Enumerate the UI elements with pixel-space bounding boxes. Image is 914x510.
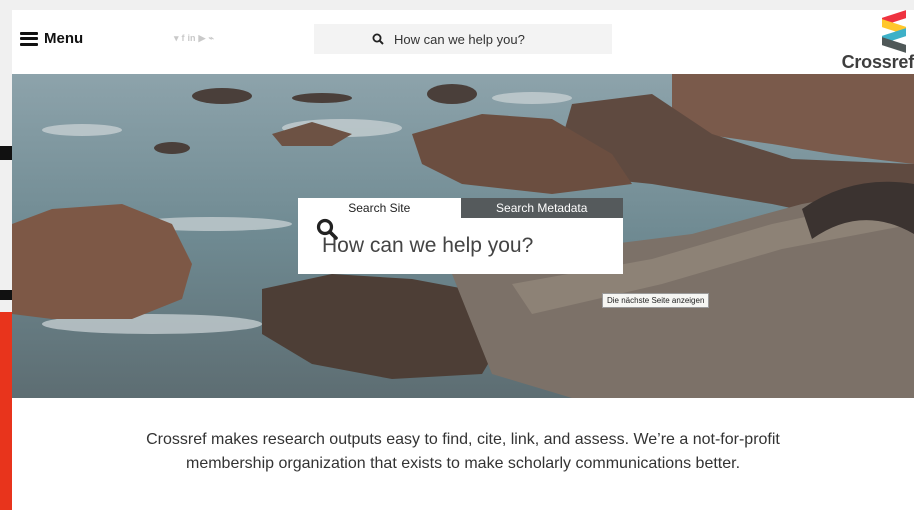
rss-icon[interactable]: ⌁ xyxy=(208,33,213,43)
menu-label: Menu xyxy=(44,30,84,47)
mission-statement: Crossref makes research outputs easy to … xyxy=(146,431,780,472)
intro-section: Crossref makes research outputs easy to … xyxy=(12,398,914,510)
browser-tooltip: Die nächste Seite anzeigen xyxy=(602,293,710,308)
window-edge-mid xyxy=(0,290,12,300)
hero-search-box[interactable]: How can we help you? xyxy=(298,218,623,274)
facebook-icon[interactable]: f xyxy=(182,33,185,43)
search-tabs: Search Site Search Metadata xyxy=(298,198,623,218)
search-icon xyxy=(316,218,338,240)
tab-search-metadata[interactable]: Search Metadata xyxy=(460,198,623,218)
youtube-icon[interactable]: ▶ xyxy=(199,33,206,43)
window-edge-top xyxy=(0,146,12,160)
tab-search-site[interactable]: Search Site xyxy=(298,198,461,218)
social-links: ▾ f in ▶ ⌁ xyxy=(174,33,214,43)
window-edge-accent xyxy=(0,312,12,510)
logo-text: Crossref xyxy=(841,52,914,72)
hamburger-icon xyxy=(20,31,38,46)
twitter-icon[interactable]: ▾ xyxy=(174,33,179,43)
header-search-input[interactable]: How can we help you? xyxy=(394,32,525,47)
search-icon xyxy=(372,33,384,45)
site-header: Menu ▾ f in ▶ ⌁ How can we help you? Cro… xyxy=(12,10,914,74)
crossref-logo[interactable]: Crossref xyxy=(834,10,914,72)
hero-image: Search Site Search Metadata How can we h… xyxy=(12,74,914,398)
menu-button[interactable]: Menu xyxy=(20,30,83,47)
header-search[interactable]: How can we help you? xyxy=(314,24,612,54)
linkedin-icon[interactable]: in xyxy=(188,33,196,43)
hero-search-input[interactable]: How can we help you? xyxy=(322,234,533,258)
